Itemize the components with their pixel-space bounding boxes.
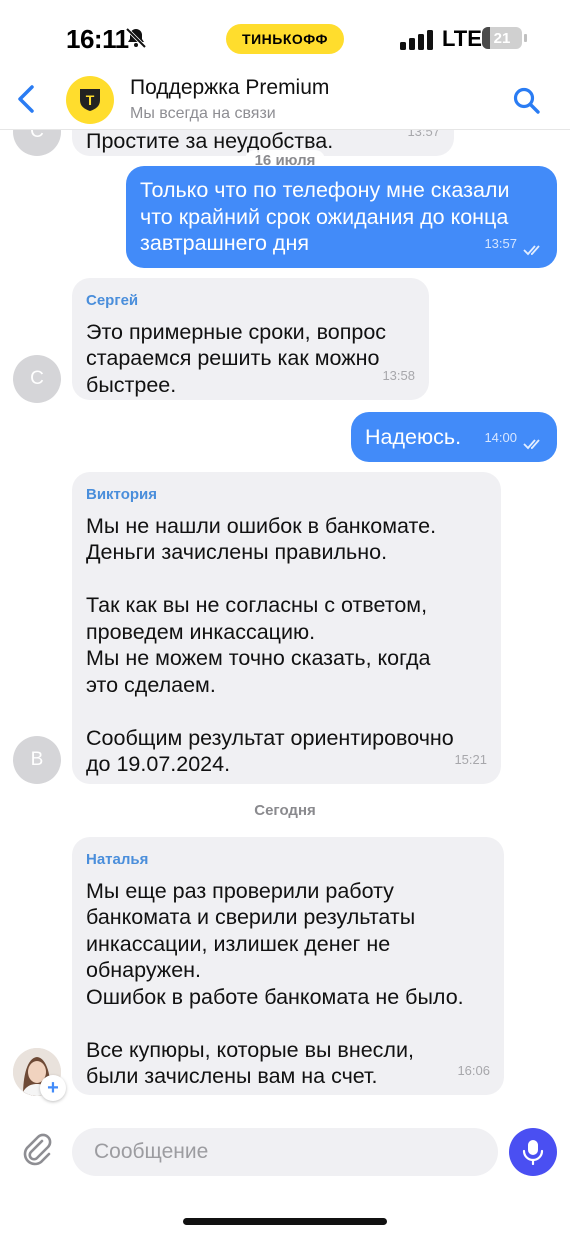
chat-title[interactable]: Поддержка Premium — [130, 76, 329, 100]
carrier-badge-label: ТИНЬКОФФ — [242, 31, 328, 47]
message-time: 13:57 — [407, 130, 440, 139]
message-text: Мы не нашли ошибок в банкомате. Деньги з… — [86, 513, 454, 777]
avatar-letter: В — [30, 749, 44, 770]
network-type: LTE — [442, 26, 482, 51]
message-text: Мы еще раз проверили работу банкомата и … — [86, 878, 464, 1089]
double-check-icon — [523, 245, 540, 256]
incoming-message[interactable]: Наталья Мы еще раз проверили работу банк… — [72, 837, 504, 1095]
message-text: Только что по телефону мне сказали что к… — [140, 178, 510, 255]
battery-icon: 21 — [482, 27, 522, 49]
battery-tip — [524, 34, 527, 42]
chat-avatar[interactable]: Т — [66, 76, 114, 124]
plus-badge-label: + — [47, 1076, 59, 1099]
status-bar: 16:11 ТИНЬКОФФ LTE 21 — [0, 0, 570, 68]
bank-logo-icon: Т — [80, 89, 100, 111]
message-text: Это примерные сроки, вопрос стараемся ре… — [86, 319, 387, 397]
back-chevron-icon[interactable] — [14, 82, 40, 116]
incoming-message[interactable]: Виктория Мы не нашли ошибок в банкомате.… — [72, 472, 501, 784]
carrier-badge[interactable]: ТИНЬКОФФ — [226, 24, 344, 54]
sender-avatar[interactable]: С — [13, 355, 61, 403]
message-time: 14:00 — [484, 429, 517, 445]
plus-badge[interactable]: + — [40, 1075, 66, 1101]
message-time: 16:06 — [457, 1062, 490, 1078]
avatar-letter: С — [30, 368, 44, 389]
date-separator: Сегодня — [0, 802, 570, 819]
chat-subtitle: Мы всегда на связи — [130, 105, 276, 122]
outgoing-message[interactable]: Надеюсь. 14:00 — [351, 412, 557, 462]
microphone-button[interactable] — [509, 1128, 557, 1176]
message-feed[interactable]: С Простите за неудобства. 13:57 16 июля … — [0, 130, 570, 1110]
signal-bars-icon — [400, 30, 433, 50]
date-label: Сегодня — [254, 802, 316, 819]
home-indicator[interactable] — [183, 1218, 387, 1225]
sender-name[interactable]: Виктория — [86, 482, 487, 509]
message-input[interactable] — [72, 1128, 498, 1176]
sender-avatar[interactable]: В — [13, 736, 61, 784]
bell-slash-icon — [125, 27, 147, 49]
message-time: 13:57 — [484, 235, 517, 251]
message-time: 13:58 — [382, 367, 415, 383]
incoming-message[interactable]: Сергей Это примерные сроки, вопрос стара… — [72, 278, 429, 400]
avatar-letter: С — [30, 130, 44, 142]
microphone-icon — [522, 1140, 544, 1165]
sender-name[interactable]: Сергей — [86, 288, 415, 315]
status-time: 16:11 — [66, 24, 129, 54]
message-time: 15:21 — [454, 751, 487, 767]
outgoing-message[interactable]: Только что по телефону мне сказали что к… — [126, 166, 557, 268]
chat-header: Т Поддержка Premium Мы всегда на связи — [0, 68, 570, 130]
sender-name[interactable]: Наталья — [86, 847, 490, 874]
search-icon[interactable] — [512, 86, 542, 116]
logo-letter: Т — [86, 92, 95, 108]
double-check-icon — [523, 439, 540, 450]
battery-level: 21 — [493, 29, 511, 47]
paperclip-icon[interactable] — [20, 1132, 54, 1166]
